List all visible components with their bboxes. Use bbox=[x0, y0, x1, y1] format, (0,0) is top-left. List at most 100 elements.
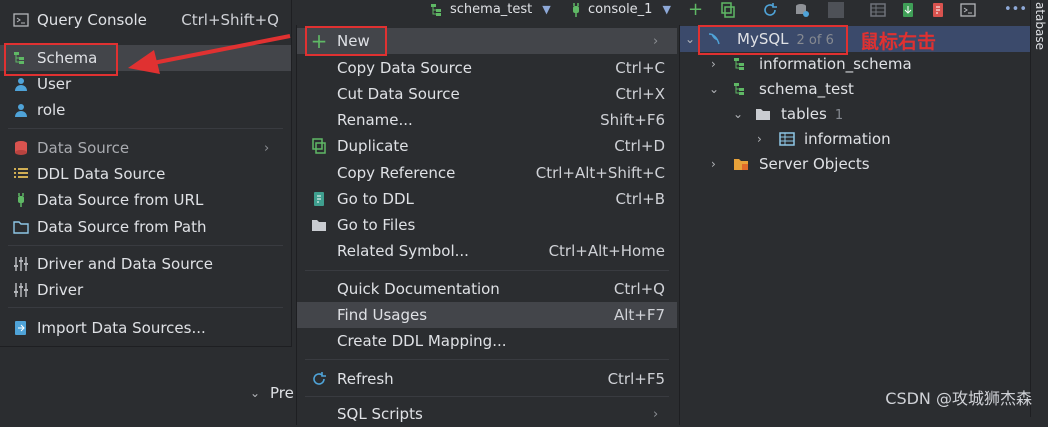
tree-node-label: information bbox=[804, 130, 891, 148]
tree-node-label: tables bbox=[781, 105, 827, 123]
chevron-down-icon: ⌄ bbox=[685, 32, 696, 46]
menu-item-import-data-sources[interactable]: Import Data Sources... bbox=[0, 315, 291, 341]
menu-item-label: Schema bbox=[37, 49, 98, 67]
menu-item-quick-documentation[interactable]: Quick Documentation Ctrl+Q bbox=[297, 276, 677, 302]
add-icon[interactable]: + bbox=[688, 1, 704, 19]
copy-icon[interactable] bbox=[720, 2, 736, 18]
menu-item-cut-data-source[interactable]: Cut Data Source Ctrl+X bbox=[297, 81, 677, 107]
menu-item-related-symbol[interactable]: Related Symbol... Ctrl+Alt+Home bbox=[297, 238, 677, 264]
menu-item-label: Rename... bbox=[337, 111, 413, 129]
database-settings-icon[interactable] bbox=[794, 2, 810, 18]
annotation-arrow bbox=[128, 34, 291, 74]
menu-item-label: Cut Data Source bbox=[337, 85, 460, 103]
tree-node-label: schema_test bbox=[759, 80, 854, 98]
role-icon bbox=[15, 104, 27, 117]
schema-icon bbox=[734, 83, 744, 95]
menu-item-label: Data Source from Path bbox=[37, 218, 207, 236]
menu-item-label: Data Source from URL bbox=[37, 191, 204, 209]
mysql-dolphin-icon bbox=[708, 33, 720, 45]
menu-item-data-source-from-path[interactable]: Data Source from Path bbox=[0, 214, 291, 240]
schema-icon bbox=[734, 58, 744, 70]
menu-item-new[interactable]: + New › bbox=[297, 28, 677, 54]
menu-item-label: User bbox=[37, 75, 72, 93]
menu-item-go-to-ddl[interactable]: Go to DDL Ctrl+B bbox=[297, 186, 677, 212]
table-icon bbox=[779, 132, 795, 146]
console-selector[interactable]: console_1 ▼ bbox=[588, 2, 671, 17]
watermark: CSDN @攻城狮杰森 bbox=[885, 389, 1032, 408]
ddl-icon bbox=[14, 168, 28, 178]
menu-item-copy-reference[interactable]: Copy Reference Ctrl+Alt+Shift+C bbox=[297, 160, 677, 186]
menu-item-label: Find Usages bbox=[337, 306, 428, 324]
menu-item-shortcut: Ctrl+Alt+Home bbox=[548, 242, 665, 260]
menu-item-label: Driver and Data Source bbox=[37, 255, 214, 273]
menu-item-data-source-from-url[interactable]: Data Source from URL bbox=[0, 187, 291, 213]
menu-item-label: SQL Scripts bbox=[337, 405, 423, 423]
more-options-icon[interactable]: ••• bbox=[1004, 2, 1027, 17]
import-icon bbox=[15, 321, 26, 335]
table-icon[interactable] bbox=[870, 2, 886, 18]
driver-icon bbox=[14, 283, 28, 297]
add-icon: + bbox=[310, 29, 328, 53]
menu-item-shortcut: Ctrl+D bbox=[614, 137, 665, 155]
menu-item-shortcut: Ctrl+F5 bbox=[607, 370, 665, 388]
node-count-badge: 2 of 6 bbox=[796, 33, 834, 48]
tree-node-label: Server Objects bbox=[759, 155, 870, 173]
menu-item-data-source[interactable]: Data Source › bbox=[0, 135, 291, 161]
menu-item-label: Create DDL Mapping... bbox=[337, 332, 507, 350]
stop-icon[interactable] bbox=[828, 2, 844, 18]
menu-item-role[interactable]: role bbox=[0, 97, 291, 123]
database-tool-window-tab[interactable]: atabase bbox=[1030, 0, 1048, 417]
menu-item-sql-scripts[interactable]: SQL Scripts › bbox=[297, 401, 677, 427]
menu-item-go-to-files[interactable]: Go to Files bbox=[297, 212, 677, 238]
server-objects-folder-icon bbox=[734, 159, 748, 170]
menu-item-find-usages[interactable]: Find Usages Alt+F7 bbox=[297, 302, 677, 328]
chevron-down-icon: ▼ bbox=[542, 3, 551, 16]
schema-selector[interactable]: schema_test ▼ bbox=[450, 2, 551, 17]
menu-item-label: Duplicate bbox=[337, 137, 409, 155]
diagram-icon[interactable] bbox=[930, 2, 946, 18]
refresh-icon bbox=[313, 372, 326, 385]
side-tab-label: atabase bbox=[1033, 2, 1047, 51]
menu-item-shortcut: Ctrl+X bbox=[615, 85, 665, 103]
chevron-down-icon: ▼ bbox=[662, 3, 671, 16]
menu-separator bbox=[8, 307, 283, 308]
refresh-icon[interactable] bbox=[762, 2, 778, 18]
folder-icon bbox=[756, 109, 770, 120]
menu-item-duplicate[interactable]: Duplicate Ctrl+D bbox=[297, 133, 677, 159]
chevron-right-icon: › bbox=[711, 57, 716, 71]
context-menu: + New › Copy Data Source Ctrl+C Cut Data… bbox=[296, 25, 680, 425]
menu-item-refresh[interactable]: Refresh Ctrl+F5 bbox=[297, 366, 677, 392]
schema-icon bbox=[14, 52, 24, 64]
menu-item-shortcut: Ctrl+C bbox=[615, 59, 665, 77]
node-count-badge: 1 bbox=[834, 108, 844, 123]
menu-item-label: role bbox=[37, 101, 66, 119]
menu-item-label: Go to DDL bbox=[337, 190, 414, 208]
chevron-down-icon: ⌄ bbox=[250, 386, 261, 400]
menu-item-label: DDL Data Source bbox=[37, 165, 166, 183]
console-selector-label: console_1 bbox=[588, 2, 653, 17]
menu-item-driver-and-data-source[interactable]: Driver and Data Source bbox=[0, 251, 291, 277]
menu-item-create-ddl-mapping[interactable]: Create DDL Mapping... bbox=[297, 328, 677, 354]
database-icon bbox=[15, 141, 27, 155]
menu-item-label: Copy Reference bbox=[337, 164, 456, 182]
menu-item-copy-data-source[interactable]: Copy Data Source Ctrl+C bbox=[297, 55, 677, 81]
menu-item-label: Refresh bbox=[337, 370, 394, 388]
chevron-right-icon: › bbox=[711, 157, 716, 171]
folder-outline-icon bbox=[13, 221, 29, 234]
menu-item-label: Data Source bbox=[37, 139, 130, 157]
menu-item-label: New bbox=[337, 32, 370, 50]
tree-node-label: information_schema bbox=[759, 55, 912, 73]
menu-item-shortcut: Ctrl+Q bbox=[613, 280, 665, 298]
menu-separator bbox=[8, 245, 283, 246]
menu-item-ddl-data-source[interactable]: DDL Data Source bbox=[0, 161, 291, 187]
menu-item-driver[interactable]: Driver bbox=[0, 277, 291, 303]
export-icon[interactable] bbox=[900, 2, 916, 18]
schema-icon bbox=[431, 4, 441, 16]
menu-item-label: Query Console bbox=[37, 11, 147, 29]
terminal-icon[interactable] bbox=[960, 2, 976, 18]
chevron-right-icon: › bbox=[653, 33, 659, 49]
menu-item-rename[interactable]: Rename... Shift+F6 bbox=[297, 107, 677, 133]
chevron-down-icon: ⌄ bbox=[709, 82, 720, 96]
ddl-file-icon bbox=[314, 192, 324, 206]
preview-label: Pre bbox=[270, 384, 294, 402]
